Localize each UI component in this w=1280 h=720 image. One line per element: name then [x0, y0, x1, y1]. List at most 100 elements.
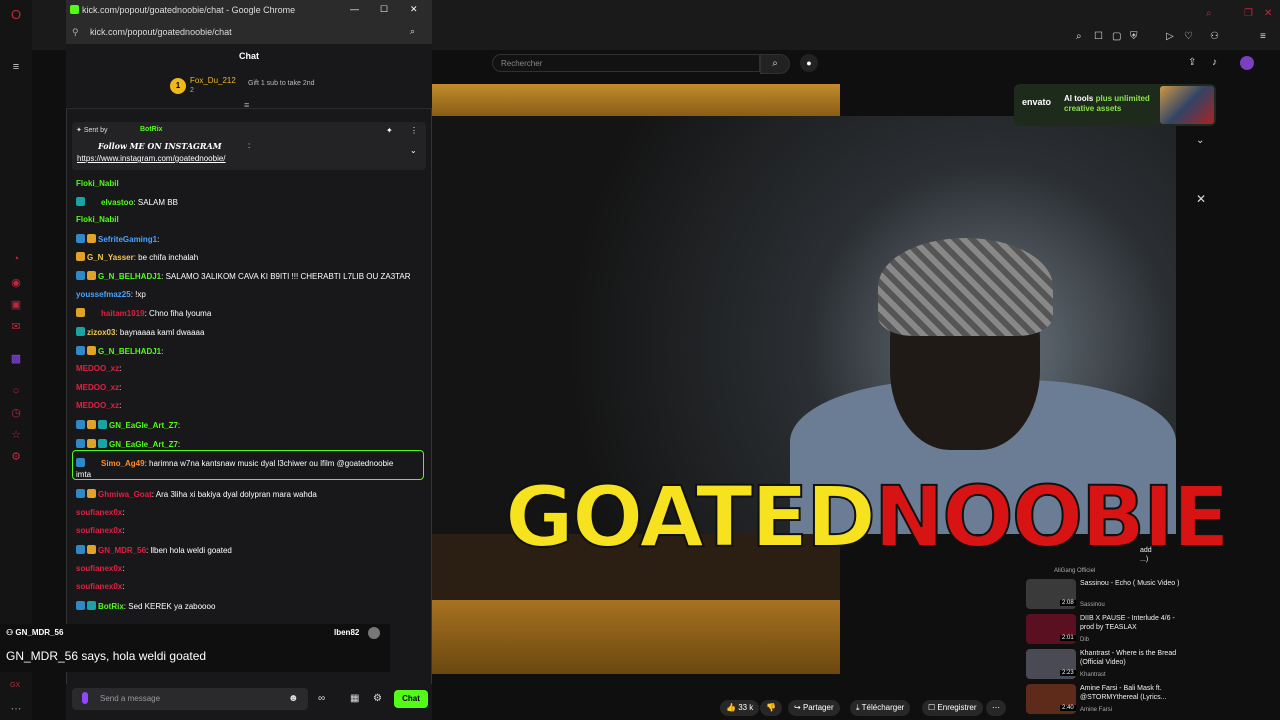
search-input[interactable]: Rechercher	[492, 54, 760, 72]
more-icon[interactable]: ⋯	[9, 702, 23, 716]
chat-username[interactable]: G_N_BELHADJ1	[98, 272, 161, 281]
chevron-down-icon[interactable]: ⌄	[1196, 135, 1204, 147]
search-red-icon[interactable]: ⌕	[1206, 8, 1212, 20]
zoom-icon[interactable]: ⌕	[1076, 31, 1082, 43]
clock-icon[interactable]: ◷	[9, 406, 23, 420]
rec-channel: Sassinou	[1080, 602, 1105, 608]
chat-message: soufianex0x:	[76, 508, 426, 518]
chat-username[interactable]: zizox03	[87, 328, 115, 337]
minimize-icon[interactable]: —	[350, 4, 359, 14]
chat-message: Ghmiwa_Goat: Ara 3liha xi bakiya dyal do…	[76, 489, 426, 500]
list-item[interactable]: 2:23 Khantrast - Where is the Bread (Off…	[1026, 649, 1186, 681]
chat-username[interactable]: G_N_BELHADJ1	[98, 347, 161, 356]
chat-username[interactable]: GN_EaGle_Art_Z7	[109, 440, 178, 449]
circle-icon[interactable]: ○	[9, 384, 23, 398]
snapshot-icon[interactable]: ▢	[1112, 31, 1121, 43]
download-button[interactable]: ⤓ Télécharger	[850, 700, 911, 716]
save-button[interactable]: ☐ Enregistrer	[922, 700, 983, 716]
like-button[interactable]: 👍 33 k	[720, 700, 760, 716]
pin-icon[interactable]: ◉	[9, 276, 23, 290]
ad-text-a: AI tools	[1064, 94, 1094, 103]
upload-icon[interactable]: ⇪	[1188, 57, 1196, 69]
list-item[interactable]: 2:40 Amine Farsi - Bali Mask ft. @STORMY…	[1026, 684, 1186, 716]
link-icon[interactable]: ∞	[318, 693, 325, 705]
chat-username[interactable]: haitam1019	[101, 309, 145, 318]
chat-username[interactable]: G_N_Yasser	[87, 253, 134, 262]
gift-icon[interactable]: ▦	[350, 693, 359, 705]
settings-icon[interactable]: ⚙	[9, 450, 23, 464]
bookmark-icon[interactable]: ☐	[1094, 31, 1103, 43]
user-badge-icon	[76, 271, 85, 280]
chat-username[interactable]: Floki_Nabil	[76, 215, 119, 224]
menu-icon[interactable]: ≡	[9, 60, 23, 74]
leader-name[interactable]: Fox_Du_212	[190, 76, 236, 85]
close-icon[interactable]: ✕	[410, 4, 418, 15]
avatar[interactable]	[1240, 56, 1254, 70]
box-icon[interactable]: ▣	[9, 298, 23, 312]
video-frame-decoration	[432, 84, 840, 116]
chat-text: :	[119, 401, 122, 410]
chat-username[interactable]: BotRix	[98, 602, 124, 611]
chat-username[interactable]: MEDOO_xz	[76, 383, 119, 392]
reply-user-name: GN_MDR_56	[15, 628, 64, 637]
mic-icon[interactable]	[82, 692, 88, 704]
emoji-icon[interactable]: ☻	[288, 693, 299, 705]
restore-icon[interactable]: ❐	[1244, 8, 1253, 20]
rec-duration: 2:08	[1060, 600, 1076, 606]
chat-send-button[interactable]: Chat	[394, 690, 428, 708]
notifications-icon[interactable]: ♪	[1212, 57, 1217, 69]
twitch-icon[interactable]: ▩	[9, 352, 23, 366]
chat-username[interactable]: GN_EaGle_Art_Z7	[109, 421, 178, 430]
dislike-button[interactable]: 👎	[760, 700, 782, 716]
history-icon[interactable]: ◔	[9, 252, 23, 266]
chat-username[interactable]: youssefmaz25	[76, 290, 131, 299]
pinned-link[interactable]: https://www.instagram.com/goatednoobie/	[77, 154, 226, 163]
chat-text: :	[161, 347, 164, 356]
url-text[interactable]: kick.com/popout/goatednoobie/chat	[90, 27, 232, 37]
chat-username[interactable]: soufianex0x	[76, 564, 122, 573]
gx-icon[interactable]: GX	[10, 682, 20, 689]
chat-username[interactable]: SefriteGaming1	[98, 235, 157, 244]
opera-logo-icon[interactable]: O	[9, 8, 23, 22]
site-info-icon[interactable]: ⚲	[72, 27, 79, 38]
mic-icon[interactable]: ●	[800, 54, 818, 72]
list-item[interactable]: 2:08 Sassinou - Echo ( Music Video ) Sas…	[1026, 579, 1186, 611]
chat-username[interactable]: GN_MDR_56	[98, 546, 146, 555]
chevron-down-icon[interactable]: ⌄	[410, 146, 417, 155]
filter-icon[interactable]: ≡	[244, 100, 249, 110]
chat-username[interactable]: Floki_Nabil	[76, 179, 119, 188]
star-icon[interactable]: ☆	[9, 428, 23, 442]
chat-username[interactable]: soufianex0x	[76, 526, 122, 535]
close-window-icon[interactable]: ✕	[1264, 8, 1272, 20]
chat-username[interactable]: soufianex0x	[76, 582, 122, 591]
user-badge-icon	[76, 439, 85, 448]
kebab-icon[interactable]: ⋮	[410, 126, 418, 135]
browser-menu-icon[interactable]: ≡	[1260, 31, 1266, 43]
mail-icon[interactable]: ✉	[9, 320, 23, 334]
chat-username[interactable]: MEDOO_xz	[76, 401, 119, 410]
search-button[interactable]: ⌕	[760, 54, 790, 74]
share-button[interactable]: ↪ Partager	[788, 700, 840, 716]
account-icon[interactable]: ⚇	[1210, 31, 1219, 43]
chat-username[interactable]: elvastoo	[101, 198, 133, 207]
zoom-icon[interactable]: ⌕	[410, 26, 415, 37]
rec-title: Sassinou - Echo ( Music Video )	[1080, 580, 1180, 587]
pinned-author[interactable]: BotRix	[140, 126, 163, 133]
shield-icon[interactable]: ⛨	[1130, 31, 1138, 43]
pin-icon[interactable]: ✦	[386, 126, 393, 135]
list-item[interactable]: add ...) AliGang Officiel	[1026, 546, 1186, 578]
gift-sub-link[interactable]: Gift 1 sub to take 2nd	[248, 80, 315, 87]
play-icon[interactable]: ▷	[1166, 31, 1174, 43]
chat-username[interactable]: soufianex0x	[76, 508, 122, 517]
chat-input[interactable]: Send a message	[72, 688, 308, 710]
settings-icon[interactable]: ⚙	[373, 693, 382, 705]
chat-text: : !xp	[130, 290, 146, 299]
chat-username[interactable]: MEDOO_xz	[76, 364, 119, 373]
list-item[interactable]: 2:01 DIIB X PAUSE - Interlude 4/6 - prod…	[1026, 614, 1186, 646]
chat-message: MEDOO_xz:	[76, 401, 426, 411]
chat-username[interactable]: Ghmiwa_Goat	[98, 490, 152, 499]
heart-icon[interactable]: ♡	[1184, 31, 1193, 43]
close-icon[interactable]: ✕	[1196, 192, 1206, 206]
maximize-icon[interactable]: ☐	[380, 4, 388, 15]
more-actions-button[interactable]: ⋯	[986, 700, 1006, 716]
